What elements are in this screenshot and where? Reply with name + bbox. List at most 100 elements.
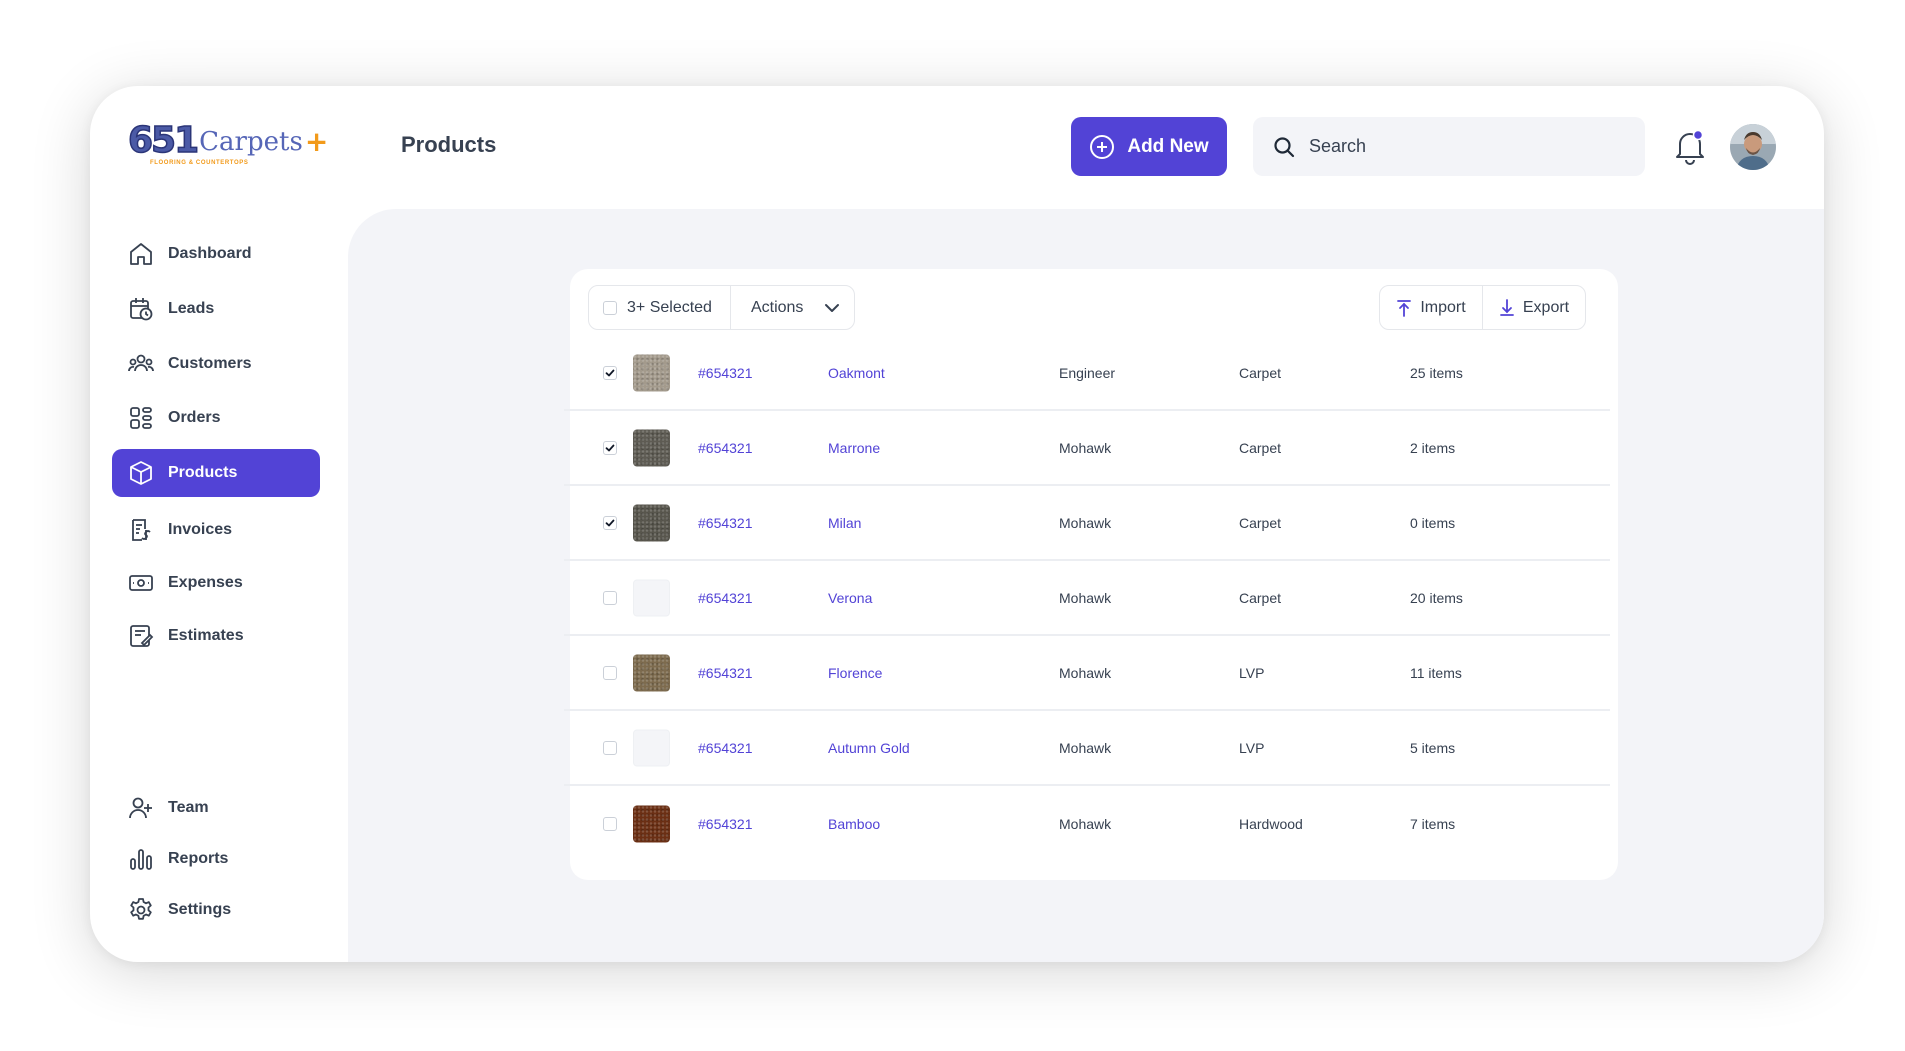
user-avatar[interactable]: [1730, 124, 1776, 170]
product-name-link[interactable]: Florence: [828, 665, 882, 681]
product-brand: Engineer: [1059, 364, 1116, 381]
product-thumbnail[interactable]: [633, 504, 670, 541]
row-checkbox[interactable]: [603, 816, 617, 831]
sidebar-item-expenses[interactable]: Expenses: [112, 559, 320, 607]
notifications-button[interactable]: [1672, 126, 1708, 166]
product-brand: Mohawk: [1059, 739, 1112, 756]
row-checkbox[interactable]: [603, 590, 617, 605]
sidebar-item-label: Invoices: [168, 521, 233, 538]
product-type: Carpet: [1239, 439, 1282, 456]
user-plus-icon: [129, 797, 152, 819]
add-new-button[interactable]: Add New: [1071, 117, 1227, 176]
table-row[interactable]: #654321 Verona Mohawk Carpet 20 items: [564, 561, 1610, 636]
selection-toolbar: 3+ Selected Actions: [588, 285, 855, 330]
sidebar-item-label: Settings: [168, 901, 232, 918]
table-row[interactable]: #654321 Autumn Gold Mohawk LVP 5 items: [564, 711, 1610, 786]
table-row[interactable]: #654321 Milan Mohawk Carpet 0 items: [564, 486, 1610, 561]
product-brand: Mohawk: [1059, 589, 1112, 606]
product-brand: Mohawk: [1059, 815, 1112, 832]
bell-icon: [1676, 129, 1704, 165]
product-thumbnail[interactable]: [633, 729, 670, 766]
product-type: LVP: [1239, 739, 1265, 756]
product-thumbnail[interactable]: [633, 354, 670, 391]
sidebar-item-orders[interactable]: Orders: [112, 394, 320, 442]
export-label: Export: [1522, 298, 1570, 316]
download-arrow-icon: [1499, 298, 1514, 316]
sidebar-item-estimates[interactable]: Estimates: [112, 612, 320, 660]
sidebar-item-label: Dashboard: [168, 245, 252, 262]
select-all-toggle[interactable]: 3+ Selected: [589, 286, 731, 329]
product-name-link[interactable]: Oakmont: [828, 365, 885, 381]
search-box[interactable]: [1253, 117, 1645, 176]
table-row[interactable]: #654321 Bamboo Mohawk Hardwood 7 items: [564, 786, 1610, 861]
import-button[interactable]: Import: [1380, 286, 1482, 329]
product-brand: Mohawk: [1059, 664, 1112, 681]
row-checkbox-checked[interactable]: [603, 440, 617, 455]
actions-dropdown[interactable]: Actions: [731, 286, 853, 329]
product-name-link[interactable]: Milan: [828, 515, 861, 531]
product-thumbnail[interactable]: [633, 654, 670, 691]
product-id-link[interactable]: #654321: [698, 816, 753, 832]
product-name-link[interactable]: Bamboo: [828, 816, 880, 832]
row-checkbox-checked[interactable]: [603, 515, 617, 530]
sidebar-item-leads[interactable]: Leads: [112, 285, 320, 333]
product-id-link[interactable]: #654321: [698, 590, 753, 606]
notification-dot: [1692, 129, 1704, 141]
product-id-link[interactable]: #654321: [698, 740, 753, 756]
product-id-link[interactable]: #654321: [698, 515, 753, 531]
row-checkbox[interactable]: [603, 740, 617, 755]
row-checkbox-checked[interactable]: [603, 365, 617, 380]
product-id-link[interactable]: #654321: [698, 365, 753, 381]
sidebar-item-customers[interactable]: Customers: [112, 340, 320, 388]
search-icon: [1274, 136, 1295, 157]
chevron-down-icon: [825, 303, 840, 312]
product-brand: Mohawk: [1059, 439, 1112, 456]
product-name-link[interactable]: Autumn Gold: [828, 740, 910, 756]
sidebar-item-reports[interactable]: Reports: [112, 835, 320, 883]
home-icon: [130, 243, 152, 265]
sidebar-item-label: Customers: [168, 355, 252, 372]
sidebar-item-label: Products: [168, 464, 238, 481]
product-name-link[interactable]: Verona: [828, 590, 872, 606]
products-card: 3+ Selected Actions Import Export #65432…: [564, 269, 1618, 880]
select-all-checkbox[interactable]: [603, 300, 617, 315]
product-thumbnail[interactable]: [633, 429, 670, 466]
search-input[interactable]: [1309, 136, 1609, 157]
product-type: Carpet: [1239, 514, 1282, 531]
selected-count-label: 3+ Selected: [627, 298, 712, 316]
product-name-link[interactable]: Marrone: [828, 440, 880, 456]
estimate-icon: [130, 625, 154, 647]
plus-circle-icon: [1090, 134, 1115, 159]
sidebar-item-dashboard[interactable]: Dashboard: [112, 230, 320, 278]
sidebar-item-label: Expenses: [168, 574, 243, 591]
product-id-link[interactable]: #654321: [698, 665, 753, 681]
product-thumbnail[interactable]: [633, 805, 670, 842]
product-thumbnail[interactable]: [633, 579, 670, 616]
product-quantity: 5 items: [1410, 739, 1456, 756]
upload-arrow-icon: [1397, 299, 1412, 317]
actions-label: Actions: [750, 298, 804, 316]
banknote-icon: [129, 575, 153, 591]
sidebar-item-invoices[interactable]: Invoices: [112, 506, 320, 554]
invoice-icon: [132, 519, 151, 541]
table-row[interactable]: #654321 Oakmont Engineer Carpet 25 items: [564, 336, 1610, 411]
sidebar-item-products[interactable]: Products: [112, 449, 320, 497]
product-id-link[interactable]: #654321: [698, 440, 753, 456]
sidebar-item-settings[interactable]: Settings: [112, 886, 320, 934]
table-row[interactable]: #654321 Florence Mohawk LVP 11 items: [564, 636, 1610, 711]
import-export-group: Import Export: [1379, 285, 1586, 330]
import-label: Import: [1420, 298, 1466, 316]
export-button[interactable]: Export: [1482, 286, 1585, 329]
box-icon: [130, 461, 152, 485]
table-row[interactable]: #654321 Marrone Mohawk Carpet 2 items: [564, 411, 1610, 486]
sidebar-item-team[interactable]: Team: [112, 784, 320, 832]
sidebar-item-label: Orders: [168, 409, 221, 426]
product-type: Hardwood: [1239, 815, 1303, 832]
row-checkbox[interactable]: [603, 665, 617, 680]
product-quantity: 2 items: [1410, 439, 1456, 456]
users-icon: [128, 354, 154, 372]
product-quantity: 11 items: [1410, 664, 1462, 681]
product-type: Carpet: [1239, 364, 1282, 381]
product-quantity: 20 items: [1410, 589, 1463, 606]
add-new-label: Add New: [1127, 135, 1209, 157]
